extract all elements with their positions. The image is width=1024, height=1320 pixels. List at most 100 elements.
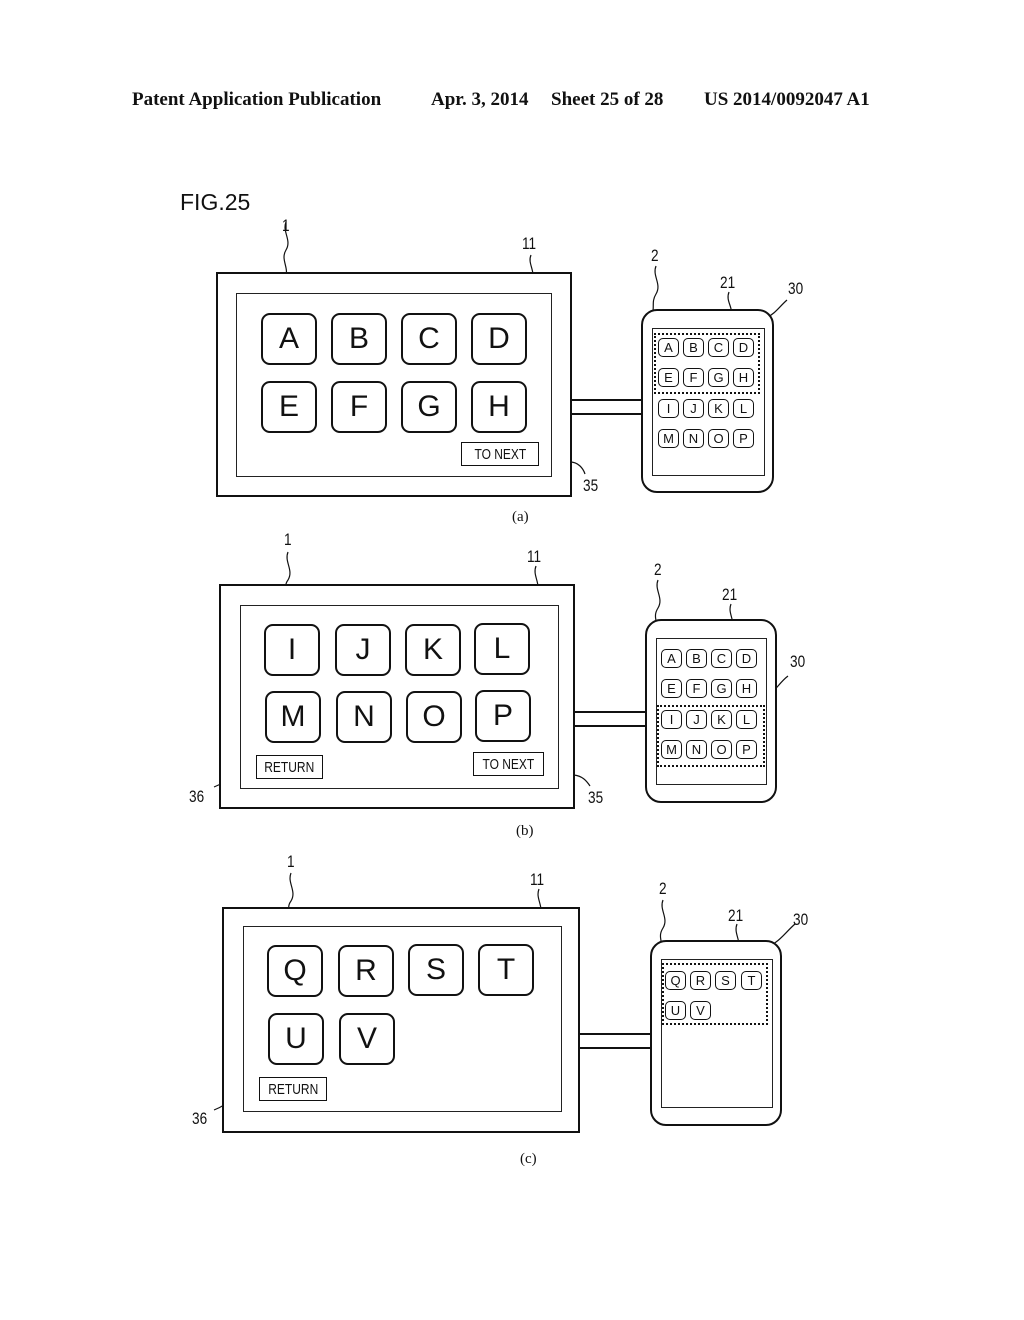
- mini-key-n[interactable]: N: [686, 740, 707, 759]
- ref-label-11: 11: [522, 234, 537, 253]
- publication-date: Apr. 3, 2014: [431, 89, 529, 110]
- mini-key-g[interactable]: G: [708, 368, 729, 387]
- mini-key-c[interactable]: C: [711, 649, 732, 668]
- key-t[interactable]: T: [478, 944, 534, 996]
- mini-key-d[interactable]: D: [736, 649, 757, 668]
- key-a[interactable]: A: [261, 313, 317, 365]
- ref-label-1: 1: [287, 852, 295, 871]
- mini-key-n[interactable]: N: [683, 429, 704, 448]
- leader-2a: [651, 265, 659, 315]
- connection-cable: [580, 1033, 652, 1049]
- key-r[interactable]: R: [338, 945, 394, 997]
- mini-key-h[interactable]: H: [736, 679, 757, 698]
- mini-key-g[interactable]: G: [711, 679, 732, 698]
- mini-key-u[interactable]: U: [665, 1001, 686, 1020]
- mini-key-l[interactable]: L: [733, 399, 754, 418]
- mini-key-f[interactable]: F: [686, 679, 707, 698]
- mini-key-i[interactable]: I: [661, 710, 682, 729]
- key-q[interactable]: Q: [267, 945, 323, 997]
- ref-label-21: 21: [722, 585, 738, 604]
- key-d[interactable]: D: [471, 313, 527, 365]
- connection-cable: [575, 711, 647, 727]
- mini-key-d[interactable]: D: [733, 338, 754, 357]
- ref-label-30: 30: [788, 279, 804, 298]
- key-i[interactable]: I: [264, 624, 320, 676]
- mini-key-f[interactable]: F: [683, 368, 704, 387]
- key-k[interactable]: K: [405, 624, 461, 676]
- publication-type: Patent Application Publication: [132, 89, 382, 110]
- mini-key-e[interactable]: E: [661, 679, 682, 698]
- return-label: RETURN: [268, 1080, 318, 1098]
- key-h[interactable]: H: [471, 381, 527, 433]
- key-u[interactable]: U: [268, 1013, 324, 1065]
- leader-2b: [654, 579, 661, 625]
- mini-key-m[interactable]: M: [661, 740, 682, 759]
- mini-key-e[interactable]: E: [658, 368, 679, 387]
- ref-label-21: 21: [720, 273, 736, 292]
- key-p[interactable]: P: [475, 690, 531, 742]
- ref-label-11: 11: [530, 870, 545, 889]
- mini-key-v[interactable]: V: [690, 1001, 711, 1020]
- sheet-number: Sheet 25 of 28: [551, 89, 664, 110]
- ref-label-1: 1: [284, 530, 292, 549]
- mini-key-b[interactable]: B: [683, 338, 704, 357]
- key-j[interactable]: J: [335, 624, 391, 676]
- key-m[interactable]: M: [265, 691, 321, 743]
- key-c[interactable]: C: [401, 313, 457, 365]
- key-o[interactable]: O: [406, 691, 462, 743]
- ref-label-11: 11: [527, 547, 542, 566]
- ref-label-2: 2: [651, 246, 659, 265]
- key-f[interactable]: F: [331, 381, 387, 433]
- ref-label-2: 2: [654, 560, 662, 579]
- mini-key-t[interactable]: T: [741, 971, 762, 990]
- ref-label-21: 21: [728, 906, 744, 925]
- mini-key-i[interactable]: I: [658, 399, 679, 418]
- mini-key-k[interactable]: K: [711, 710, 732, 729]
- key-b[interactable]: B: [331, 313, 387, 365]
- patent-number: US 2014/0092047 A1: [704, 89, 870, 110]
- caption-c: (c): [520, 1151, 537, 1167]
- mini-key-r[interactable]: R: [690, 971, 711, 990]
- mini-key-c[interactable]: C: [708, 338, 729, 357]
- ref-label-30: 30: [790, 652, 806, 671]
- connection-cable: [571, 399, 643, 415]
- key-s[interactable]: S: [408, 944, 464, 996]
- mini-key-s[interactable]: S: [715, 971, 736, 990]
- key-v[interactable]: V: [339, 1013, 395, 1065]
- mini-key-b[interactable]: B: [686, 649, 707, 668]
- figure-title: FIG.25: [180, 189, 251, 215]
- to-next-button[interactable]: TO NEXT: [473, 752, 544, 776]
- ref-label-1: 1: [282, 216, 290, 235]
- mini-key-l[interactable]: L: [736, 710, 757, 729]
- mini-key-o[interactable]: O: [708, 429, 729, 448]
- to-next-label: TO NEXT: [474, 445, 526, 463]
- mini-key-o[interactable]: O: [711, 740, 732, 759]
- mini-key-p[interactable]: P: [733, 429, 754, 448]
- to-next-button[interactable]: TO NEXT: [461, 442, 539, 466]
- mini-key-a[interactable]: A: [661, 649, 682, 668]
- ref-label-36: 36: [192, 1109, 208, 1128]
- mini-key-j[interactable]: J: [683, 399, 704, 418]
- mini-key-m[interactable]: M: [658, 429, 679, 448]
- ref-label-2: 2: [659, 879, 667, 898]
- mini-key-a[interactable]: A: [658, 338, 679, 357]
- ref-label-35: 35: [583, 476, 599, 495]
- key-e[interactable]: E: [261, 381, 317, 433]
- return-button[interactable]: RETURN: [259, 1077, 327, 1101]
- caption-a: (a): [512, 509, 529, 525]
- to-next-label: TO NEXT: [482, 755, 535, 773]
- key-n[interactable]: N: [336, 691, 392, 743]
- ref-label-36: 36: [189, 787, 205, 806]
- key-g[interactable]: G: [401, 381, 457, 433]
- leader-2c: [659, 899, 666, 945]
- ref-label-35: 35: [588, 788, 604, 807]
- return-label: RETURN: [264, 758, 315, 776]
- key-l[interactable]: L: [474, 623, 530, 675]
- mini-key-j[interactable]: J: [686, 710, 707, 729]
- mini-key-h[interactable]: H: [733, 368, 754, 387]
- ref-label-30: 30: [793, 910, 809, 929]
- mini-key-k[interactable]: K: [708, 399, 729, 418]
- mini-key-p[interactable]: P: [736, 740, 757, 759]
- mini-key-q[interactable]: Q: [665, 971, 686, 990]
- return-button[interactable]: RETURN: [256, 755, 323, 779]
